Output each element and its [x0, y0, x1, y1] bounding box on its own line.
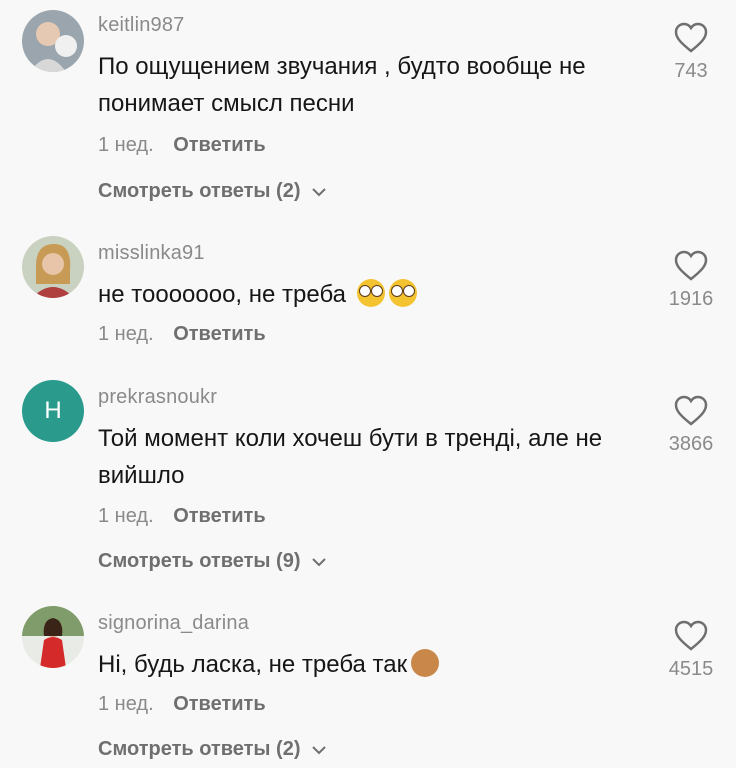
view-replies-label: Смотреть ответы (2) — [98, 738, 301, 760]
comment-time: 1 нед. — [98, 505, 154, 527]
like-control: 4515 — [660, 620, 722, 681]
comment-time: 1 нед. — [98, 693, 154, 715]
view-replies-label: Смотреть ответы (2) — [98, 180, 301, 202]
flushed-face-emoji — [356, 279, 385, 307]
avatar[interactable] — [22, 10, 84, 72]
comment-meta: 1 нед. Ответить — [98, 693, 266, 716]
avatar[interactable]: H — [22, 380, 84, 442]
heart-outline-icon[interactable] — [674, 620, 708, 652]
comment-meta: 1 нед. Ответить — [98, 134, 266, 157]
like-count: 743 — [674, 60, 708, 82]
view-replies-button[interactable]: Смотреть ответы (9) — [98, 550, 326, 573]
avatar[interactable] — [22, 606, 84, 668]
chevron-down-icon — [312, 558, 326, 567]
reply-button[interactable]: Ответить — [173, 134, 265, 156]
reply-button[interactable]: Ответить — [173, 693, 265, 715]
heart-outline-icon[interactable] — [674, 250, 708, 282]
comment-username[interactable]: prekrasnoukr — [98, 386, 217, 409]
see-no-evil-monkey-emoji — [411, 649, 440, 677]
comment-username[interactable]: signorina_darina — [98, 612, 249, 635]
like-count: 1916 — [668, 288, 714, 310]
comment-meta: 1 нед. Ответить — [98, 323, 266, 346]
view-replies-button[interactable]: Смотреть ответы (2) — [98, 180, 326, 203]
like-control: 3866 — [660, 395, 722, 456]
comment-text: По ощущением звучания , будто вообще не … — [98, 53, 586, 117]
user-photo-icon — [22, 10, 84, 72]
comment-username[interactable]: misslinka91 — [98, 242, 205, 265]
comment-time: 1 нед. — [98, 323, 154, 345]
like-count: 3866 — [668, 433, 714, 455]
comment-time: 1 нед. — [98, 134, 154, 156]
reply-button[interactable]: Ответить — [173, 505, 265, 527]
comment-text-value: Ні, будь ласка, не треба так — [98, 651, 408, 678]
comment-meta: 1 нед. Ответить — [98, 505, 266, 528]
like-count: 4515 — [668, 658, 714, 680]
avatar[interactable] — [22, 236, 84, 298]
view-replies-button[interactable]: Смотреть ответы (2) — [98, 738, 326, 761]
view-replies-label: Смотреть ответы (9) — [98, 550, 301, 572]
flushed-face-emoji — [388, 279, 417, 307]
comment-text: Той момент коли хочеш бути в тренді, але… — [98, 425, 603, 489]
reply-button[interactable]: Ответить — [173, 323, 265, 345]
comment-username[interactable]: keitlin987 — [98, 14, 185, 37]
chevron-down-icon — [312, 188, 326, 197]
like-control: 743 — [660, 22, 722, 83]
avatar-letter: H — [44, 397, 62, 424]
user-photo-icon — [22, 236, 84, 298]
chevron-down-icon — [312, 746, 326, 755]
heart-outline-icon[interactable] — [674, 22, 708, 54]
comment-text: Ні, будь ласка, не треба так — [98, 646, 648, 683]
comment-text: не тоооoooo, не треба — [98, 276, 648, 313]
user-photo-icon — [22, 606, 84, 668]
heart-outline-icon[interactable] — [674, 395, 708, 427]
comment-text-value: не тоооoooo, не треба — [98, 281, 346, 308]
like-control: 1916 — [660, 250, 722, 311]
